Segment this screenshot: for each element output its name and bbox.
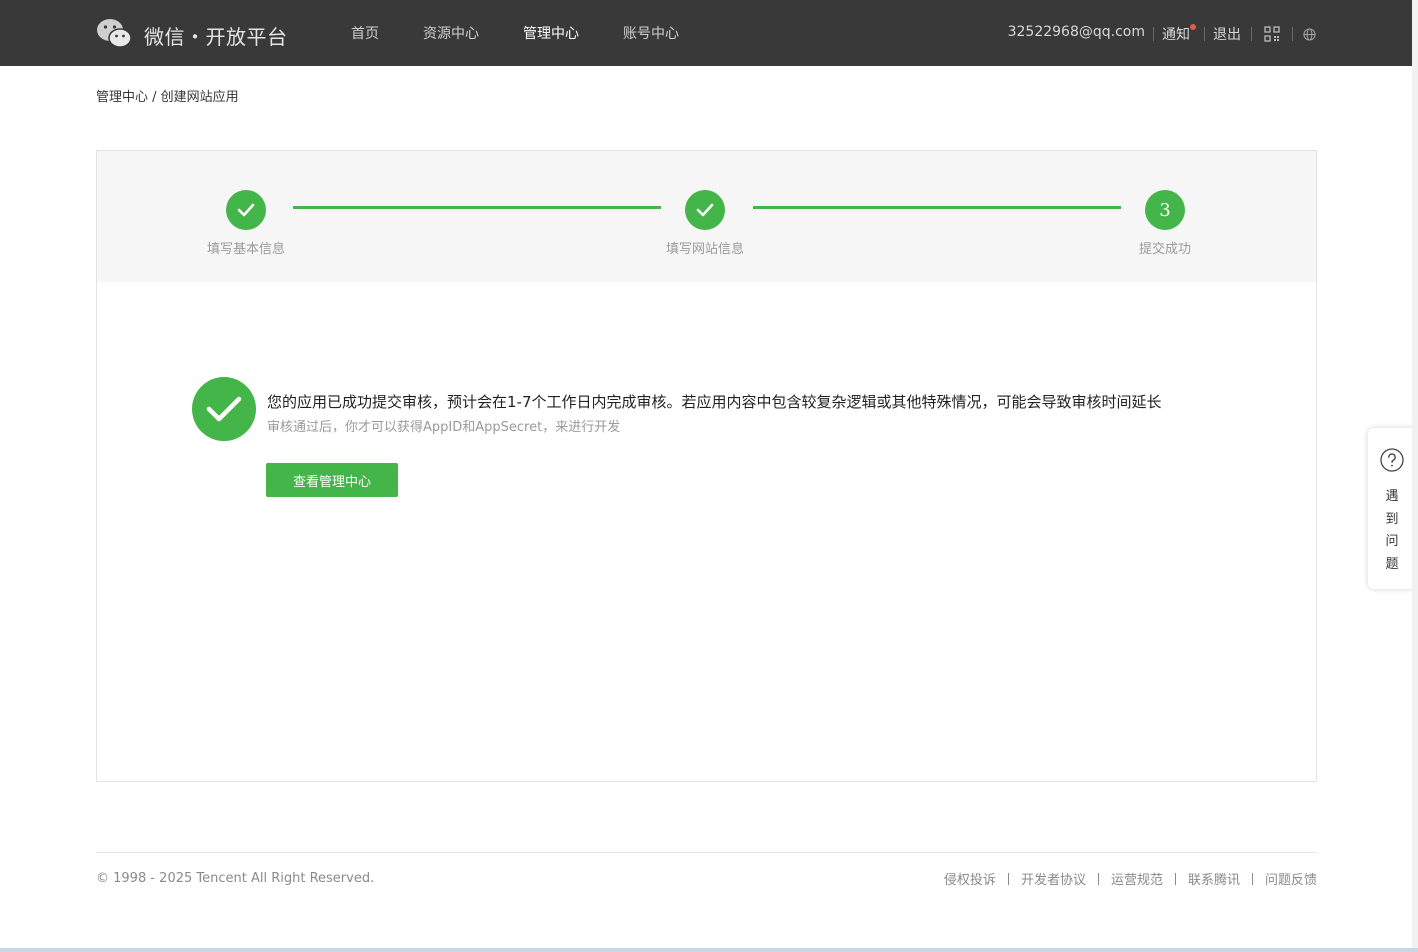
- divider: [1204, 27, 1205, 41]
- breadcrumb-parent-link[interactable]: 管理中心: [96, 90, 148, 105]
- qrcode-icon[interactable]: [1264, 26, 1280, 42]
- breadcrumb-separator: /: [148, 90, 161, 105]
- main-panel: 填写基本信息 填写网站信息 3 提交成功 您的应用已成功提交审核，预计会在1-7…: [96, 150, 1317, 782]
- footer-link-contact-tencent[interactable]: 联系腾讯: [1188, 869, 1240, 888]
- breadcrumb: 管理中心 / 创建网站应用: [96, 86, 239, 105]
- globe-icon[interactable]: [1303, 27, 1316, 41]
- step-2: 填写网站信息: [645, 190, 765, 257]
- top-header: 微信・开放平台 首页 资源中心 管理中心 账号中心 32522968@qq.co…: [0, 0, 1412, 66]
- step-connector-line: [753, 206, 1121, 209]
- footer-separator: [1007, 872, 1009, 885]
- wechat-logo-icon: [96, 17, 132, 53]
- breadcrumb-current: 创建网站应用: [160, 90, 239, 105]
- logout-link[interactable]: 退出: [1213, 24, 1241, 44]
- footer-separator: [1174, 872, 1176, 885]
- help-label-char: 问: [1385, 534, 1399, 549]
- step-number: 3: [1145, 190, 1185, 230]
- help-label-char: 遇: [1385, 489, 1399, 504]
- footer-separator: [1097, 872, 1099, 885]
- footer-links: 侵权投诉 开发者协议 运营规范 联系腾讯 问题反馈: [944, 869, 1317, 888]
- question-icon: [1380, 448, 1404, 476]
- step-3: 3 提交成功: [1105, 190, 1225, 257]
- copyright: © 1998 - 2025 Tencent All Right Reserved…: [96, 871, 375, 886]
- footer-link-feedback[interactable]: 问题反馈: [1265, 869, 1317, 888]
- footer-link-developer-agreement[interactable]: 开发者协议: [1021, 869, 1086, 888]
- logo-text: 微信・开放平台: [144, 24, 288, 49]
- header-user-area: 32522968@qq.com 通知 退出: [1008, 22, 1316, 46]
- nav-home[interactable]: 首页: [351, 23, 379, 43]
- main-nav: 首页 资源中心 管理中心 账号中心: [351, 0, 723, 66]
- footer-link-infringement[interactable]: 侵权投诉: [944, 869, 996, 888]
- check-icon: [685, 190, 725, 230]
- step-label: 提交成功: [1138, 242, 1191, 257]
- check-icon: [226, 190, 266, 230]
- footer-divider: [96, 852, 1317, 853]
- window-bottom-edge: [0, 948, 1418, 952]
- success-sub-message: 审核通过后，你才可以获得AppID和AppSecret，来进行开发: [267, 420, 621, 435]
- notify-badge-dot: [1190, 24, 1196, 30]
- nav-management[interactable]: 管理中心: [523, 23, 579, 43]
- success-check-icon: [192, 377, 256, 441]
- help-label-char: 题: [1385, 556, 1399, 572]
- step-label: 填写基本信息: [206, 242, 285, 257]
- footer-separator: [1251, 872, 1253, 885]
- nav-resources[interactable]: 资源中心: [423, 23, 479, 43]
- help-tab[interactable]: 遇 到 问 题: [1368, 428, 1416, 589]
- view-management-center-button[interactable]: 查看管理中心: [266, 463, 398, 497]
- step-label: 填写网站信息: [665, 242, 744, 257]
- notify-label: 通知: [1162, 27, 1190, 43]
- step-connector-line: [293, 206, 661, 209]
- user-email[interactable]: 32522968@qq.com: [1008, 24, 1145, 40]
- divider: [1292, 27, 1293, 41]
- footer-link-operation-rules[interactable]: 运营规范: [1111, 869, 1163, 888]
- nav-account[interactable]: 账号中心: [623, 23, 679, 43]
- help-label: 遇 到 问 题: [1384, 486, 1400, 576]
- scrollbar[interactable]: [1412, 0, 1418, 952]
- progress-steps: 填写基本信息 填写网站信息 3 提交成功: [97, 151, 1316, 282]
- divider: [1153, 27, 1154, 41]
- help-label-char: 到: [1385, 511, 1399, 527]
- logo[interactable]: 微信・开放平台: [96, 17, 288, 53]
- success-message: 您的应用已成功提交审核，预计会在1-7个工作日内完成审核。若应用内容中包含较复杂…: [267, 393, 1162, 411]
- notify-link[interactable]: 通知: [1162, 24, 1196, 44]
- step-1: 填写基本信息: [186, 190, 306, 257]
- divider: [1251, 27, 1252, 41]
